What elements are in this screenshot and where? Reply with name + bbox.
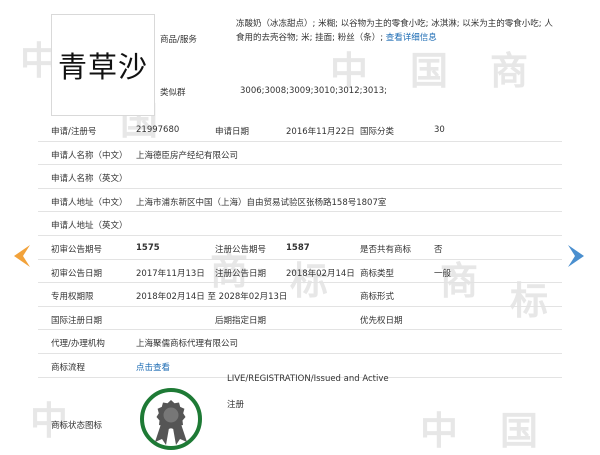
field-label: 国际分类: [360, 127, 395, 137]
field-label: 商标类型: [360, 268, 395, 279]
field-value: 否: [434, 244, 443, 255]
process-view-link[interactable]: 点击查看: [136, 361, 170, 373]
row-exclusive: 专用权期限 2018年02月14日 至 2028年02月13日 商标形式: [38, 283, 562, 307]
field-label: 商标流程: [51, 362, 86, 373]
field-label: 申请人名称（中文）: [51, 150, 128, 161]
status-text-cn: 注册: [227, 399, 245, 410]
field-label: 代理/办理机构: [51, 339, 105, 350]
field-label: 申请人名称（英文）: [51, 174, 128, 185]
field-label: 申请/注册号: [51, 127, 97, 137]
field-label: 申请日期: [215, 127, 250, 137]
trademark-header: 青草沙 商品/服务 冻酸奶（冰冻甜点）; 米糊; 以谷物为主的零食小吃; 冰淇淋…: [38, 0, 562, 118]
trademark-logo-text: 青草沙: [57, 50, 148, 84]
field-label: 商标形式: [360, 292, 395, 303]
row-status: 商标状态图标 LIVE/REGISTRATION/Issued and Acti…: [38, 374, 562, 450]
field-label: 国际注册日期: [51, 315, 103, 326]
prev-arrow-icon[interactable]: [10, 243, 32, 272]
row-reg-no: 申请/注册号 21997680 申请日期 2016年11月22日 国际分类 30: [38, 118, 562, 142]
status-text-en: LIVE/REGISTRATION/Issued and Active: [227, 373, 389, 384]
field-label: 商标状态图标: [51, 420, 103, 431]
field-label: 申请人地址（中文）: [51, 197, 128, 208]
field-label: 是否共有商标: [360, 244, 412, 255]
field-value: 2018年02月14日: [286, 268, 355, 279]
field-value: 2018年02月14日 至 2028年02月13日: [136, 292, 288, 303]
field-label: 注册公告期号: [215, 244, 267, 255]
row-prelim-no: 初审公告期号 1575 注册公告期号 1587 是否共有商标 否: [38, 236, 562, 260]
field-value: 上海市浦东新区中国（上海）自由贸易试验区张杨路158号1807室: [136, 197, 387, 208]
field-value: 上海德臣房产经纪有限公司: [136, 150, 239, 161]
row-address-en: 申请人地址（英文）: [38, 212, 562, 236]
trademark-image: 青草沙: [51, 14, 155, 116]
row-agent: 代理/办理机构 上海聚儒商标代理有限公司: [38, 330, 562, 354]
row-prelim-date: 初审公告日期 2017年11月13日 注册公告日期 2018年02月14日 商标…: [38, 260, 562, 284]
goods-text: 冻酸奶（冰冻甜点）; 米糊; 以谷物为主的零食小吃; 冰淇淋; 以米为主的零食小…: [236, 17, 558, 45]
field-value: 21997680: [136, 125, 180, 135]
field-value: 1575: [136, 242, 160, 253]
view-details-link[interactable]: 查看详细信息: [386, 33, 437, 43]
field-value: 一般: [434, 268, 452, 279]
field-label: 申请人地址（英文）: [51, 221, 128, 232]
similar-group-label: 类似群: [160, 88, 186, 98]
field-value: 2016年11月22日: [286, 127, 355, 137]
field-value: 2017年11月13日: [136, 268, 205, 279]
row-intl-reg: 国际注册日期 后期指定日期 优先权日期: [38, 307, 562, 331]
field-label: 初审公告期号: [51, 244, 103, 255]
next-arrow-icon[interactable]: [566, 243, 588, 272]
field-value: 上海聚儒商标代理有限公司: [136, 339, 239, 350]
field-value: 30: [434, 125, 445, 135]
row-applicant-en: 申请人名称（英文）: [38, 165, 562, 189]
field-label: 初审公告日期: [51, 268, 103, 279]
field-label: 优先权日期: [360, 315, 403, 326]
goods-label: 商品/服务: [160, 35, 197, 45]
row-applicant-cn: 申请人名称（中文） 上海德臣房产经纪有限公司: [38, 142, 562, 166]
field-label: 后期指定日期: [215, 315, 267, 326]
similar-group-value: 3006;3008;3009;3010;3012;3013;: [240, 86, 387, 96]
field-label: 专用权期限: [51, 292, 94, 303]
field-label: 注册公告日期: [215, 268, 267, 279]
field-value: 1587: [286, 242, 310, 253]
trademark-detail: 青草沙 商品/服务 冻酸奶（冰冻甜点）; 米糊; 以谷物为主的零食小吃; 冰淇淋…: [38, 0, 562, 453]
row-address-cn: 申请人地址（中文） 上海市浦东新区中国（上海）自由贸易试验区张杨路158号180…: [38, 189, 562, 213]
status-medal-icon: [136, 387, 206, 453]
